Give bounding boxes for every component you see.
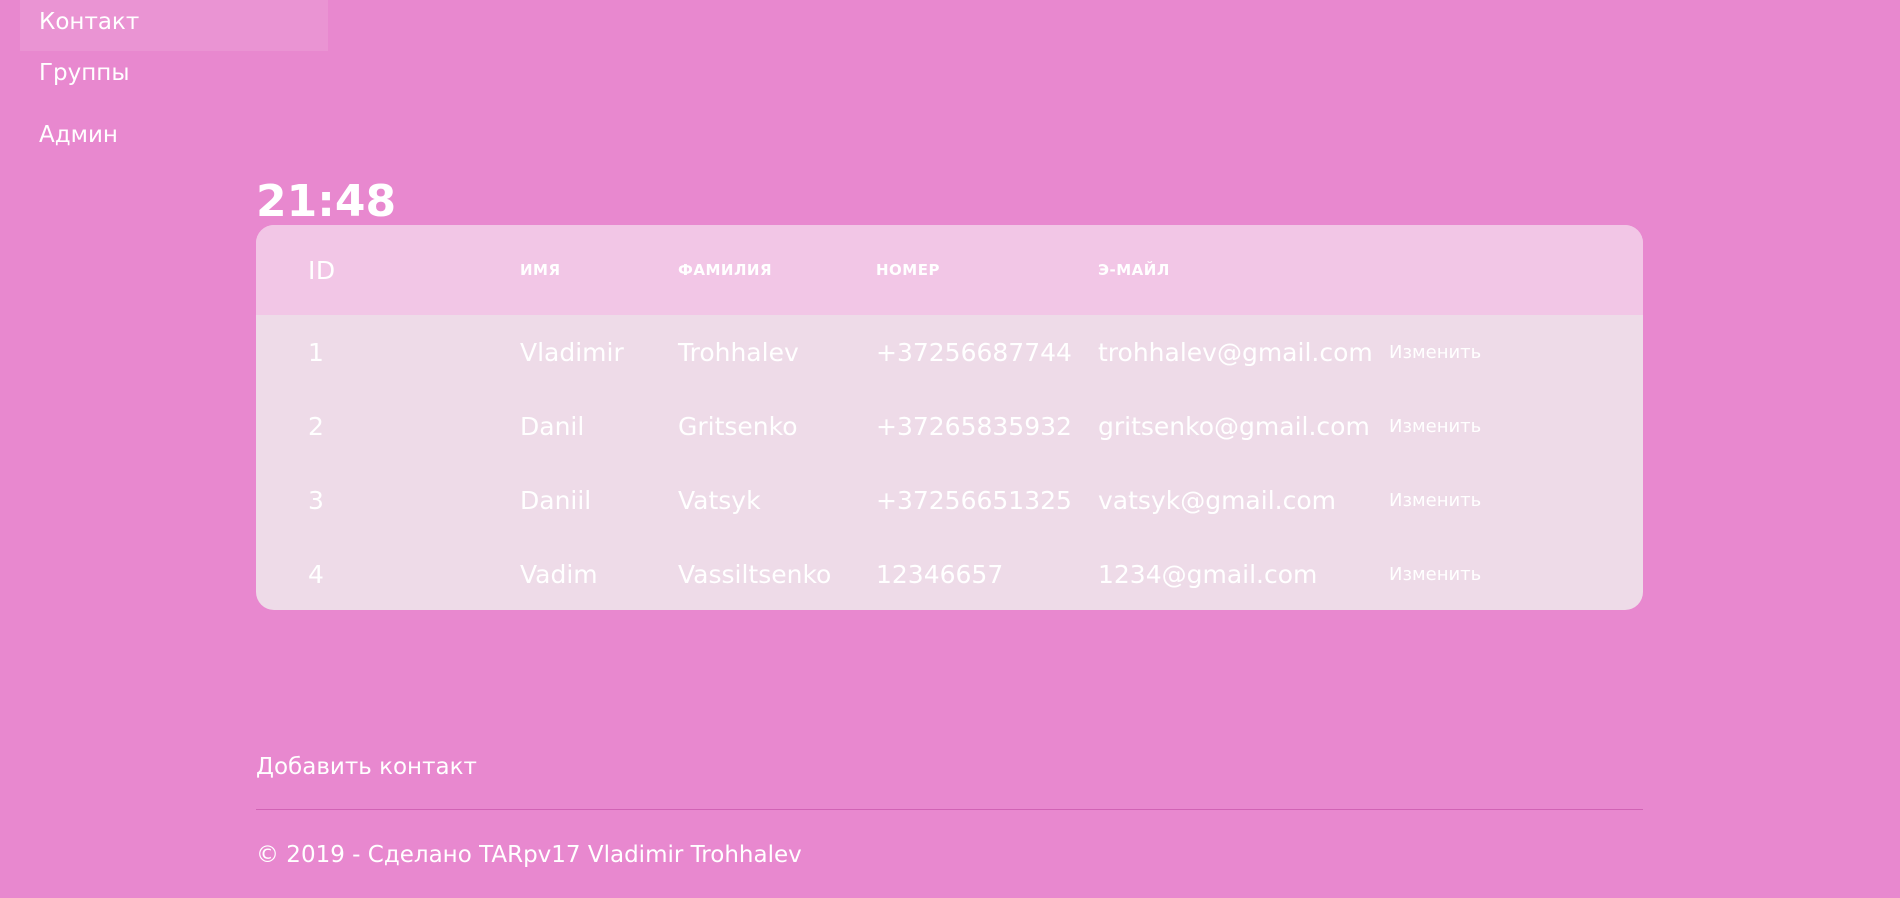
footer-divider <box>256 809 1643 810</box>
cell-email: gritsenko@gmail.com <box>1098 411 1370 441</box>
header-name: ИМЯ <box>520 261 561 279</box>
cell-phone: +37256651325 <box>876 485 1072 515</box>
cell-name: Vladimir <box>520 337 624 367</box>
header-surname: ФАМИЛИЯ <box>678 261 773 279</box>
cell-id: 3 <box>308 485 324 515</box>
edit-link[interactable]: Изменить <box>1389 342 1481 363</box>
cell-phone: 12346657 <box>876 559 1004 589</box>
footer-copyright: © 2019 - Сделано TARpv17 Vladimir Trohha… <box>256 842 802 868</box>
cell-email: vatsyk@gmail.com <box>1098 485 1336 515</box>
table-header: ID ИМЯ ФАМИЛИЯ НОМЕР Э-МАЙЛ <box>256 225 1643 315</box>
contacts-table: ID ИМЯ ФАМИЛИЯ НОМЕР Э-МАЙЛ 1 Vladimir T… <box>256 225 1643 610</box>
table-row: 1 Vladimir Trohhalev +37256687744 trohha… <box>256 315 1643 389</box>
cell-surname: Trohhalev <box>678 337 799 367</box>
add-contact-link[interactable]: Добавить контакт <box>256 754 477 780</box>
cell-id: 4 <box>308 559 324 589</box>
cell-name: Daniil <box>520 485 592 515</box>
header-phone: НОМЕР <box>876 261 940 279</box>
cell-phone: +37256687744 <box>876 337 1072 367</box>
cell-email: trohhalev@gmail.com <box>1098 337 1373 367</box>
cell-surname: Vatsyk <box>678 485 761 515</box>
clock: 21:48 <box>256 176 397 227</box>
table-row: 4 Vadim Vassiltsenko 12346657 1234@gmail… <box>256 537 1643 610</box>
header-email: Э-МАЙЛ <box>1098 261 1170 279</box>
header-id: ID <box>308 255 336 285</box>
nav-item-groups[interactable]: Группы <box>20 51 328 113</box>
cell-email: 1234@gmail.com <box>1098 559 1318 589</box>
nav-item-admin[interactable]: Админ <box>20 113 328 175</box>
edit-link[interactable]: Изменить <box>1389 490 1481 511</box>
table-row: 2 Danil Gritsenko +37265835932 gritsenko… <box>256 389 1643 463</box>
edit-link[interactable]: Изменить <box>1389 416 1481 437</box>
nav-item-contact[interactable]: Контакт <box>20 0 328 51</box>
cell-surname: Vassiltsenko <box>678 559 832 589</box>
cell-id: 2 <box>308 411 324 441</box>
table-row: 3 Daniil Vatsyk +37256651325 vatsyk@gmai… <box>256 463 1643 537</box>
cell-phone: +37265835932 <box>876 411 1072 441</box>
edit-link[interactable]: Изменить <box>1389 564 1481 585</box>
sidebar-nav: Контакт Группы Админ <box>20 0 328 175</box>
cell-name: Vadim <box>520 559 598 589</box>
cell-name: Danil <box>520 411 585 441</box>
cell-surname: Gritsenko <box>678 411 798 441</box>
cell-id: 1 <box>308 337 324 367</box>
